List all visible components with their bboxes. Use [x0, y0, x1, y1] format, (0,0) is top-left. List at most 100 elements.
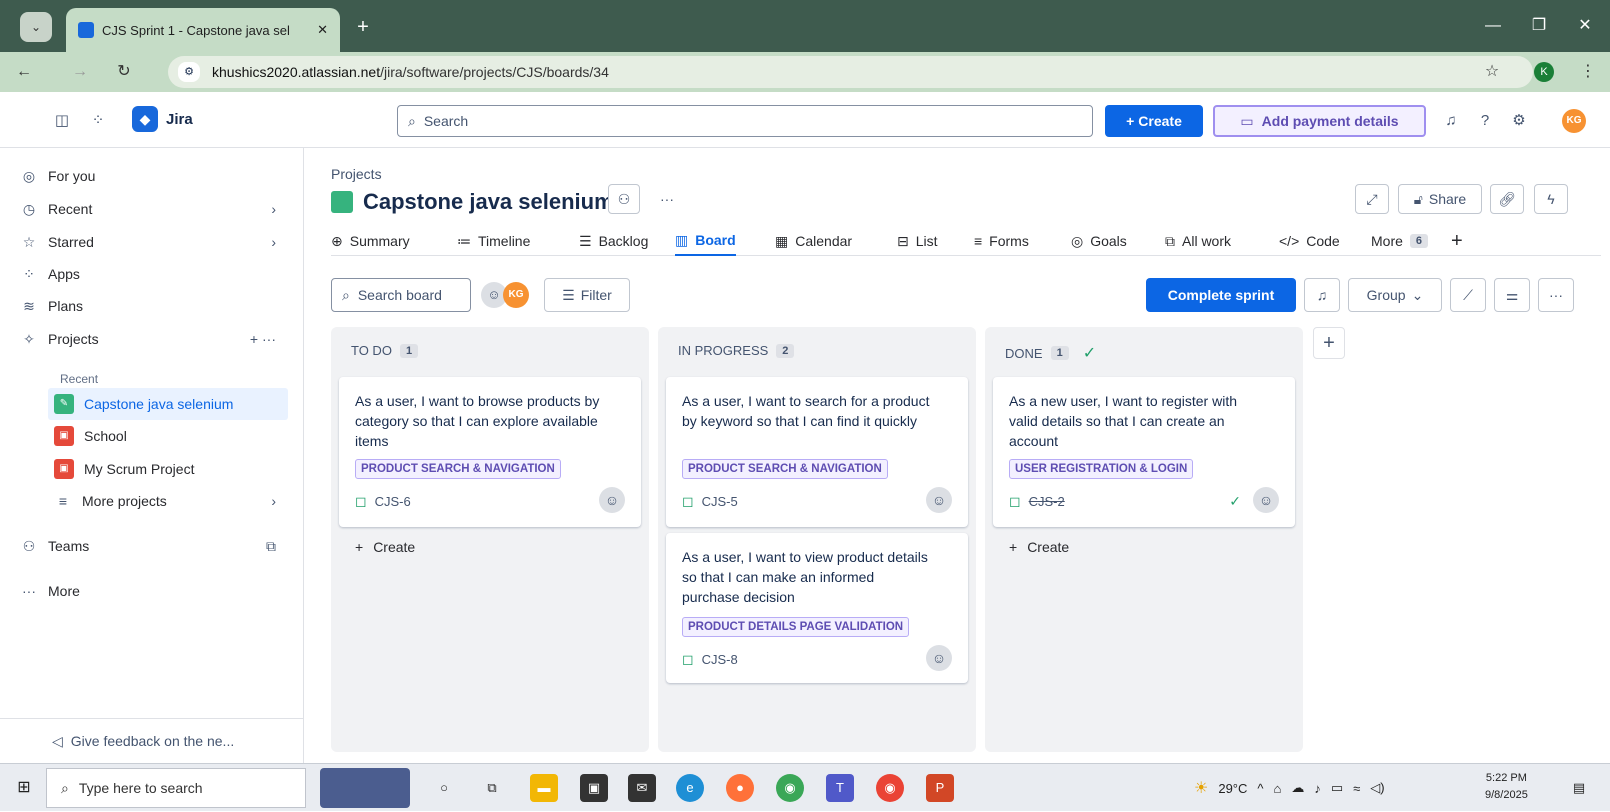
cortana-icon[interactable]: ○: [430, 774, 458, 802]
automation-bolt-icon[interactable]: ϟ: [1534, 184, 1568, 214]
assignee-avatar[interactable]: ☺: [926, 487, 952, 513]
epic-label[interactable]: PRODUCT SEARCH & NAVIGATION: [682, 459, 888, 479]
sidebar-item-apps[interactable]: ⁘ Apps: [20, 258, 288, 290]
tab-calendar[interactable]: ▦ Calendar: [775, 226, 852, 256]
minimize-button[interactable]: —: [1470, 0, 1516, 52]
give-feedback-link[interactable]: ◁ Give feedback on the ne...: [0, 718, 304, 763]
insights-chart-icon[interactable]: ⟋: [1450, 278, 1486, 312]
back-icon[interactable]: ←: [12, 60, 36, 84]
user-avatar[interactable]: KG: [1562, 109, 1586, 133]
sidebar-item-more[interactable]: ··· More: [20, 575, 288, 607]
close-window-button[interactable]: ✕: [1562, 0, 1608, 52]
reload-icon[interactable]: ↻: [112, 60, 136, 84]
sidebar-toggle-icon[interactable]: ◫: [52, 110, 72, 130]
help-icon[interactable]: ?: [1474, 109, 1496, 131]
tab-all-work[interactable]: ⧉ All work: [1165, 226, 1231, 256]
mail-icon[interactable]: ✉: [628, 774, 656, 802]
browser-tab[interactable]: CJS Sprint 1 - Capstone java sel ✕: [66, 8, 340, 52]
add-column-button[interactable]: +: [1313, 327, 1345, 359]
sidebar-item-teams[interactable]: ⚇ Teams ⧉: [20, 530, 288, 562]
tab-goals[interactable]: ◎ Goals: [1071, 226, 1127, 256]
sidebar-project-capstone[interactable]: ✎ Capstone java selenium: [48, 388, 288, 420]
tab-timeline[interactable]: ≔ Timeline: [457, 226, 530, 256]
jira-logo[interactable]: ◆ Jira: [132, 106, 193, 132]
temperature[interactable]: 29°C: [1218, 781, 1247, 796]
browser-menu-icon[interactable]: ⋮: [1576, 60, 1600, 84]
restore-button[interactable]: ❐: [1516, 0, 1562, 52]
epic-label[interactable]: USER REGISTRATION & LOGIN: [1009, 459, 1194, 479]
app-switcher-icon[interactable]: ⁘: [88, 110, 108, 130]
notifications-icon[interactable]: ▤: [1565, 774, 1593, 802]
clock[interactable]: 5:22 PM 9/8/2025: [1485, 770, 1528, 804]
chrome-icon[interactable]: ◉: [776, 774, 804, 802]
assignee-avatar[interactable]: ☺: [599, 487, 625, 513]
windows-start-icon[interactable]: ⊞: [10, 774, 38, 802]
issue-key[interactable]: ◻ CJS-6: [355, 493, 411, 510]
breadcrumb[interactable]: Projects: [331, 166, 382, 182]
add-project-icon[interactable]: +: [250, 331, 258, 347]
sidebar-item-projects[interactable]: ✧ Projects + ···: [20, 323, 288, 355]
store-icon[interactable]: ▣: [580, 774, 608, 802]
assignee-avatar[interactable]: ☺: [926, 645, 952, 671]
task-view-icon[interactable]: ⧉: [478, 774, 506, 802]
tab-forms[interactable]: ≡ Forms: [974, 226, 1029, 256]
notification-bell-icon[interactable]: ♫: [1304, 278, 1340, 312]
fullscreen-icon[interactable]: ⤢: [1355, 184, 1389, 214]
file-explorer-icon[interactable]: ▬: [530, 774, 558, 802]
battery-icon[interactable]: ▭: [1331, 780, 1343, 796]
volume-icon[interactable]: ◁): [1370, 780, 1384, 796]
firefox-icon[interactable]: ●: [726, 774, 754, 802]
more-actions-icon[interactable]: ···: [262, 331, 276, 347]
teams-app-icon[interactable]: T: [826, 774, 854, 802]
notifications-bell-icon[interactable]: ♫: [1440, 109, 1462, 131]
issue-key[interactable]: ◻ CJS-2: [1009, 493, 1065, 510]
tab-list[interactable]: ⊟ List: [897, 226, 938, 256]
issue-card[interactable]: As a user, I want to view product detail…: [666, 533, 968, 683]
bookmark-star-icon[interactable]: ☆: [1480, 60, 1504, 84]
link-icon[interactable]: 🔗︎: [1490, 184, 1524, 214]
user-filter-avatar[interactable]: KG: [503, 282, 529, 308]
microphone-icon[interactable]: ♪: [1314, 781, 1321, 796]
tab-board[interactable]: ▥ Board: [675, 226, 736, 256]
site-settings-icon[interactable]: ⚙: [178, 62, 200, 82]
issue-card[interactable]: As a user, I want to search for a produc…: [666, 377, 968, 527]
profile-avatar[interactable]: K: [1534, 62, 1554, 82]
create-button[interactable]: + Create: [1105, 105, 1203, 137]
epic-label[interactable]: PRODUCT SEARCH & NAVIGATION: [355, 459, 561, 479]
powerpoint-icon[interactable]: P: [926, 774, 954, 802]
tab-backlog[interactable]: ☰ Backlog: [579, 226, 648, 256]
issue-key[interactable]: ◻ CJS-5: [682, 493, 738, 510]
issue-card[interactable]: As a new user, I want to register with v…: [993, 377, 1295, 527]
tab-search-dropdown[interactable]: ⌄: [20, 12, 52, 42]
sidebar-project-my-scrum[interactable]: ▣ My Scrum Project: [54, 453, 288, 485]
issue-key[interactable]: ◻ CJS-8: [682, 651, 738, 668]
url-field[interactable]: khushics2020.atlassian.net/jira/software…: [168, 56, 1533, 88]
tab-summary[interactable]: ⊕ Summary: [331, 226, 410, 256]
taskbar-search-input[interactable]: ⌕ Type here to search: [46, 768, 306, 808]
forward-icon[interactable]: →: [68, 60, 92, 84]
more-actions-icon[interactable]: ···: [1538, 278, 1574, 312]
wifi-icon[interactable]: ≈: [1353, 781, 1360, 796]
add-tab-button[interactable]: +: [1451, 226, 1463, 256]
network-icon[interactable]: ⌂: [1274, 781, 1282, 796]
sidebar-item-plans[interactable]: ≋ Plans: [20, 290, 288, 322]
edge-icon[interactable]: e: [676, 774, 704, 802]
onedrive-cloud-icon[interactable]: ☁: [1291, 780, 1304, 796]
settings-gear-icon[interactable]: ⚙: [1508, 109, 1530, 131]
view-settings-icon[interactable]: ⚌: [1494, 278, 1530, 312]
sidebar-project-school[interactable]: ▣ School: [54, 420, 288, 452]
tray-expand-icon[interactable]: ^: [1257, 781, 1263, 796]
complete-sprint-button[interactable]: Complete sprint: [1146, 278, 1296, 312]
chrome-profile-icon[interactable]: ◉: [876, 774, 904, 802]
news-widget-icon[interactable]: [320, 768, 410, 808]
more-actions-icon[interactable]: ···: [652, 184, 682, 214]
add-payment-button[interactable]: ▭ Add payment details: [1213, 105, 1426, 137]
tab-more[interactable]: More 6: [1371, 226, 1429, 256]
filter-button[interactable]: ☰ Filter: [544, 278, 630, 312]
issue-card[interactable]: As a user, I want to browse products by …: [339, 377, 641, 527]
team-icon[interactable]: ⚇: [608, 184, 640, 214]
sidebar-item-starred[interactable]: ☆ Starred ›: [20, 226, 288, 258]
group-dropdown[interactable]: Group ⌄: [1348, 278, 1442, 312]
sidebar-item-for-you[interactable]: ◎ For you: [20, 160, 288, 192]
create-issue-button[interactable]: + Create: [355, 539, 415, 555]
